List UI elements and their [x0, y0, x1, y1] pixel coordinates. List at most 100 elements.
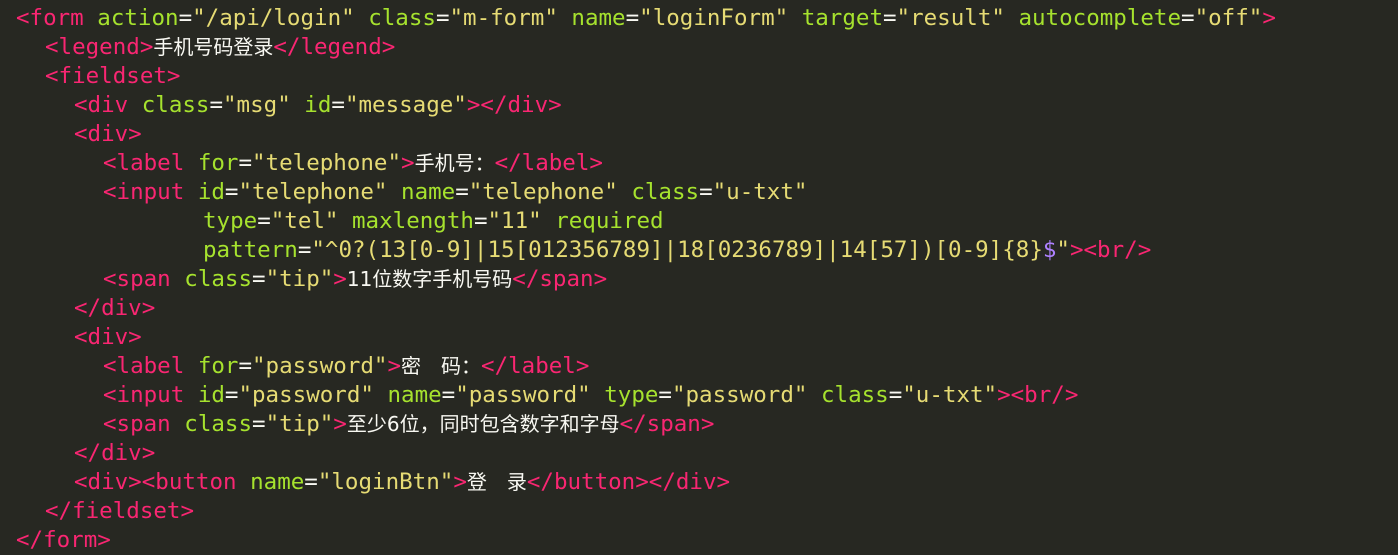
punctuation: = [238, 150, 253, 176]
punctuation: = [441, 382, 456, 408]
html-attribute: id [197, 382, 225, 408]
html-tag: > [333, 411, 347, 437]
punctuation: = [304, 469, 318, 495]
html-tag: <form [16, 5, 98, 31]
text-content: 密 码： [401, 354, 482, 378]
code-editor[interactable]: <form action="/api/login" class="m-form"… [0, 0, 1398, 554]
code-line[interactable]: <label for="password">密 码：</label> [0, 352, 1398, 381]
html-tag: </label> [481, 353, 590, 379]
regex-anchor: $ [1042, 237, 1057, 263]
punctuation [591, 382, 605, 408]
code-line[interactable]: </div> [0, 294, 1398, 323]
html-tag: > [453, 469, 467, 495]
punctuation [374, 382, 388, 408]
text-content: 至少6位，同时包含数字和字母 [346, 412, 620, 436]
html-tag: </span> [619, 411, 715, 437]
punctuation: = [209, 92, 224, 118]
html-tag: <label [103, 353, 198, 379]
html-attribute: name [387, 382, 442, 408]
punctuation [338, 208, 352, 234]
html-attribute: pattern [203, 237, 298, 263]
code-line[interactable]: <input id="telephone" name="telephone" c… [0, 178, 1398, 207]
attribute-value: "11" [487, 208, 542, 234]
punctuation [542, 208, 556, 234]
code-line[interactable]: <span class="tip">至少6位，同时包含数字和字母</span> [0, 410, 1398, 439]
text-content: 登 录 [466, 470, 527, 494]
html-tag: </button></div> [526, 469, 731, 495]
html-attribute: id [197, 179, 225, 205]
html-attribute: for [197, 353, 239, 379]
code-line[interactable]: <div> [0, 323, 1398, 352]
html-attribute: type [604, 382, 659, 408]
punctuation: = [658, 382, 672, 408]
punctuation: = [473, 208, 488, 234]
html-tag: </div> [74, 295, 156, 321]
attribute-value: "password" [252, 353, 388, 379]
html-tag: <div [74, 92, 142, 118]
punctuation [807, 382, 821, 408]
attribute-value: "u-txt" [902, 382, 998, 408]
code-line[interactable]: <span class="tip">11位数字手机号码</span> [0, 265, 1398, 294]
attribute-value: "password" [455, 382, 591, 408]
html-tag: > [1262, 5, 1276, 31]
code-line[interactable]: pattern="^0?(13[0-9]|15[012356789]|18[02… [0, 236, 1398, 265]
html-attribute: class [141, 92, 210, 118]
attribute-value: "password" [671, 382, 808, 408]
code-area[interactable]: <form action="/api/login" class="m-form"… [0, 4, 1398, 555]
code-line[interactable]: type="tel" maxlength="11" required [0, 207, 1398, 236]
html-tag: <span [103, 266, 185, 292]
punctuation: = [883, 5, 897, 31]
html-tag: </fieldset> [45, 498, 195, 524]
attribute-value: "tip" [265, 411, 334, 437]
code-line[interactable]: <fieldset> [0, 62, 1398, 91]
attribute-value: "loginBtn" [317, 469, 454, 495]
html-attribute: action [97, 5, 179, 31]
html-attribute: class [184, 411, 253, 437]
code-line[interactable]: <input id="password" name="password" typ… [0, 381, 1398, 410]
html-tag: <span [103, 411, 185, 437]
attribute-value: "^0?(13[0-9]|15[012356789]|18[0236789]|1… [311, 237, 1043, 263]
punctuation: = [178, 5, 193, 31]
attribute-value: "msg" [223, 92, 291, 118]
html-attribute: autocomplete [1018, 5, 1182, 31]
punctuation: = [331, 92, 345, 118]
html-tag: <label [103, 150, 198, 176]
code-line[interactable]: <div> [0, 120, 1398, 149]
attribute-value: "/api/login" [192, 5, 355, 31]
html-tag: ><br/> [1069, 237, 1152, 263]
code-line[interactable]: </div> [0, 439, 1398, 468]
code-line[interactable]: <label for="telephone">手机号：</label> [0, 149, 1398, 178]
html-tag: <input [103, 382, 198, 408]
punctuation: = [625, 5, 640, 31]
html-attribute: target [801, 5, 883, 31]
code-line[interactable]: </fieldset> [0, 497, 1398, 526]
html-attribute: name [250, 469, 305, 495]
code-line[interactable]: <div><button name="loginBtn">登 录</button… [0, 468, 1398, 497]
html-attribute: class [820, 382, 889, 408]
punctuation: = [257, 208, 271, 234]
html-tag: </div> [74, 440, 156, 466]
code-line[interactable]: <div class="msg" id="message"></div> [0, 91, 1398, 120]
html-attribute: id [304, 92, 332, 118]
html-tag: </legend> [273, 34, 396, 60]
html-tag: <div> [74, 121, 142, 147]
html-tag: </label> [494, 150, 603, 176]
attribute-value: "off" [1194, 5, 1263, 31]
html-tag: > [401, 150, 415, 176]
punctuation: = [888, 382, 903, 408]
punctuation: = [455, 179, 469, 205]
code-line[interactable]: <legend>手机号码登录</legend> [0, 33, 1398, 62]
attribute-value: " [1056, 237, 1070, 263]
punctuation [355, 5, 369, 31]
text-content: 11位数字手机号码 [346, 267, 513, 291]
punctuation: = [297, 237, 312, 263]
code-line[interactable]: </form> [0, 526, 1398, 555]
attribute-value: "result" [896, 5, 1005, 31]
punctuation: = [224, 179, 239, 205]
code-line[interactable]: <form action="/api/login" class="m-form"… [0, 4, 1398, 33]
html-attribute: class [631, 179, 700, 205]
html-attribute: name [401, 179, 456, 205]
punctuation: = [252, 411, 266, 437]
html-tag: <div><button [74, 469, 251, 495]
attribute-value: "telephone" [468, 179, 618, 205]
